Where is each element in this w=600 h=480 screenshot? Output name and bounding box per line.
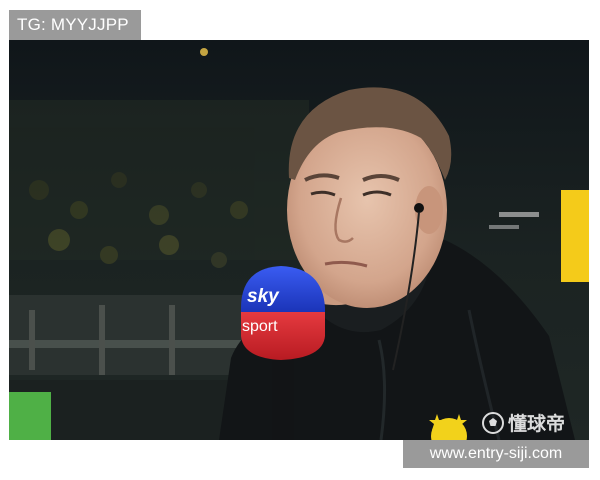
yellow-light-panel	[561, 190, 589, 282]
watermark-text: 懂球帝	[508, 414, 566, 435]
crowd	[9, 100, 309, 268]
url-label: www.entry-siji.com	[403, 440, 589, 468]
earphone	[414, 203, 424, 213]
photo-scene: sky sport	[9, 40, 589, 440]
tg-label: TG: MYYJJPP	[9, 10, 141, 40]
mic-brand-sport: sport	[242, 318, 278, 335]
interview-photo: sky sport	[9, 40, 589, 440]
mic-brand-sky: sky	[247, 286, 280, 307]
football-icon	[482, 411, 504, 434]
image-canvas: sky sport TG: MYYJJPP 懂球帝 www.entry-siji…	[0, 0, 600, 480]
green-ad-board	[9, 392, 51, 440]
stand-railing	[9, 295, 269, 375]
dongqiudi-watermark: 懂球帝	[482, 409, 565, 436]
